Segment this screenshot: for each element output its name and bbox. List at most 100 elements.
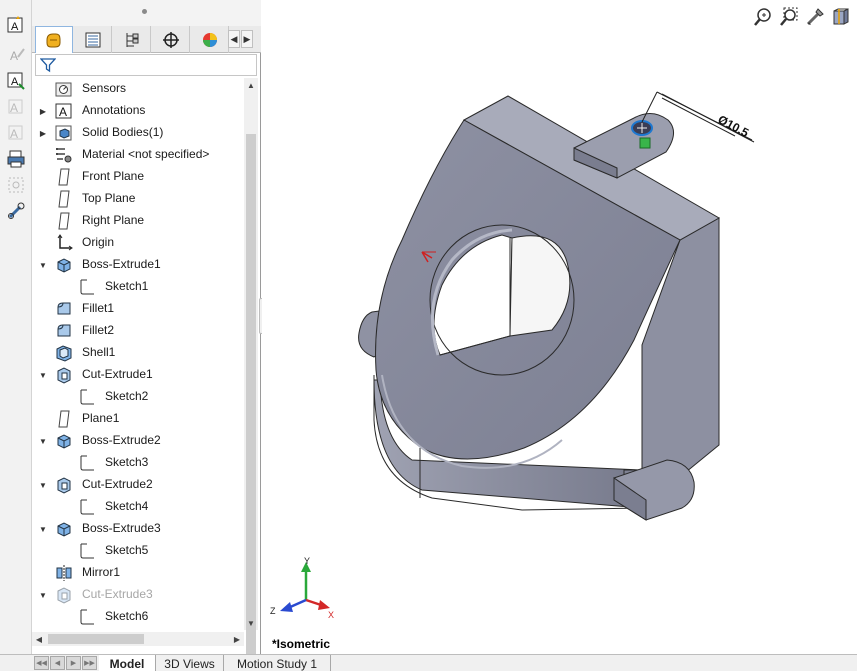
previous-view-icon[interactable]: [804, 6, 826, 28]
sensors-icon: [55, 80, 73, 98]
svg-text:A: A: [10, 49, 18, 63]
tree-item[interactable]: ▼ Cut-Extrude3: [32, 584, 244, 606]
view-orientation-label: *Isometric: [272, 637, 331, 651]
scroll-up-arrow[interactable]: ▲: [244, 78, 258, 92]
tree-item[interactable]: Mirror1: [32, 562, 244, 584]
plane-icon: [55, 190, 73, 208]
tree-item[interactable]: ▼ Boss-Extrude2: [32, 430, 244, 452]
hscroll-thumb[interactable]: [48, 634, 144, 644]
sketch-icon: [78, 498, 96, 516]
tree-item[interactable]: Plane1: [32, 408, 244, 430]
scroll-left-arrow[interactable]: ◀: [32, 632, 46, 646]
tree-item-label: Top Plane: [82, 191, 136, 205]
collapse-toggle-icon[interactable]: ▼: [38, 518, 48, 540]
filter-funnel-icon: [40, 58, 56, 73]
boss-extrude-icon: [55, 520, 73, 538]
tab-model[interactable]: Model: [99, 655, 156, 671]
collapse-toggle-icon[interactable]: ▼: [38, 254, 48, 276]
zoom-to-fit-icon[interactable]: [752, 6, 774, 28]
scroll-right-arrow[interactable]: ▶: [230, 632, 244, 646]
tree-item[interactable]: ▼ Cut-Extrude2: [32, 474, 244, 496]
collapse-toggle-icon[interactable]: ▼: [38, 364, 48, 386]
print-icon[interactable]: [4, 148, 28, 170]
tab-featuremanager[interactable]: [35, 26, 73, 53]
note-icon[interactable]: A: [4, 44, 28, 66]
fillet-icon: [55, 322, 73, 340]
tree-vertical-scrollbar[interactable]: ▲ ▼: [244, 78, 258, 671]
tree-item[interactable]: Material <not specified>: [32, 144, 244, 166]
expand-toggle-icon[interactable]: ▶: [38, 100, 48, 122]
tree-item[interactable]: Sketch2: [32, 386, 244, 408]
triad-y-label: Y: [304, 556, 310, 566]
tree-item[interactable]: ▶ A Annotations: [32, 100, 244, 122]
tree-item-label: Boss-Extrude1: [82, 257, 161, 271]
sketch-icon: [78, 454, 96, 472]
zoom-to-area-icon[interactable]: [778, 6, 800, 28]
collapse-toggle-icon[interactable]: ▼: [38, 584, 48, 606]
tree-item[interactable]: Sketch1: [32, 276, 244, 298]
collapse-toggle-icon[interactable]: ▼: [38, 474, 48, 496]
balloon-icon[interactable]: A: [4, 96, 28, 118]
tree-filter-field[interactable]: [35, 54, 257, 76]
tree-item[interactable]: ▼ Boss-Extrude1: [32, 254, 244, 276]
tree-item[interactable]: Sketch4: [32, 496, 244, 518]
tree-item[interactable]: Origin: [32, 232, 244, 254]
boss-extrude-icon: [55, 432, 73, 450]
auto-dimension-icon[interactable]: A: [4, 70, 28, 92]
triad-z-label: Z: [270, 606, 276, 616]
tree-horizontal-scrollbar[interactable]: ◀ ▶: [32, 632, 244, 646]
tab-scroll-left-button[interactable]: ◀: [228, 30, 240, 48]
collapse-toggle-icon[interactable]: ▼: [38, 430, 48, 452]
tree-item[interactable]: Sketch5: [32, 540, 244, 562]
tab-configurationmanager[interactable]: [113, 26, 151, 53]
tree-item-label: Solid Bodies(1): [82, 125, 164, 139]
tree-item[interactable]: Fillet2: [32, 320, 244, 342]
tree-item[interactable]: Right Plane: [32, 210, 244, 232]
tools-icon[interactable]: [4, 200, 28, 222]
tab-scroll-right-button[interactable]: ▶: [241, 30, 253, 48]
panel-grip[interactable]: [32, 0, 261, 26]
tree-item[interactable]: ▶ Solid Bodies(1): [32, 122, 244, 144]
sketch-icon: [78, 388, 96, 406]
tree-item[interactable]: Shell1: [32, 342, 244, 364]
section-view-icon[interactable]: [830, 6, 852, 28]
expand-toggle-icon[interactable]: ▶: [38, 122, 48, 144]
tree-item-label: Origin: [82, 235, 115, 249]
first-tab-arrow[interactable]: ◀◀: [34, 656, 49, 670]
tree-item[interactable]: Fillet1: [32, 298, 244, 320]
prev-tab-arrow[interactable]: ◀: [50, 656, 65, 670]
tree-item[interactable]: Sketch6: [32, 606, 244, 628]
last-tab-arrow[interactable]: ▶▶: [82, 656, 97, 670]
tree-item[interactable]: Top Plane: [32, 188, 244, 210]
tab-dimxpertmanager[interactable]: [152, 26, 190, 53]
left-command-toolbar: A A A A A: [0, 0, 32, 671]
scroll-down-arrow[interactable]: ▼: [244, 616, 258, 630]
next-tab-arrow[interactable]: ▶: [66, 656, 81, 670]
tree-item-label: Fillet2: [82, 323, 115, 337]
tree-item[interactable]: Front Plane: [32, 166, 244, 188]
tree-item[interactable]: ▼ Cut-Extrude1: [32, 364, 244, 386]
reference-triad[interactable]: Y Z X: [268, 556, 338, 622]
tree-item[interactable]: ▼ Boss-Extrude3: [32, 518, 244, 540]
smart-dimension-icon[interactable]: A: [4, 14, 28, 36]
tab-motion-study-1[interactable]: Motion Study 1: [224, 655, 331, 671]
svg-text:A: A: [11, 21, 19, 33]
tab-propertymanager[interactable]: [74, 26, 112, 53]
boss-extrude-icon: [55, 256, 73, 274]
tree-item[interactable]: Sketch3: [32, 452, 244, 474]
graphics-area[interactable]: Ø10.5 Y Z X *Isometric: [262, 0, 857, 654]
tree-item-label: Sketch5: [105, 543, 149, 557]
featuremanager-icon: [46, 33, 61, 48]
tab-3d-views[interactable]: 3D Views: [156, 655, 224, 671]
part-model[interactable]: Ø10.5: [262, 0, 857, 654]
dimension-label[interactable]: Ø10.5: [716, 112, 752, 140]
cut-extrude-icon: [55, 366, 73, 384]
tree-item-label: Boss-Extrude3: [82, 521, 161, 535]
mirror-icon: [55, 564, 73, 582]
scroll-thumb[interactable]: [246, 134, 256, 671]
surface-finish-icon[interactable]: A: [4, 122, 28, 144]
tab-displaymanager[interactable]: [191, 26, 229, 53]
weld-symbol-icon[interactable]: [4, 174, 28, 196]
plane-icon: [55, 212, 73, 230]
tree-item[interactable]: Sensors: [32, 78, 244, 100]
